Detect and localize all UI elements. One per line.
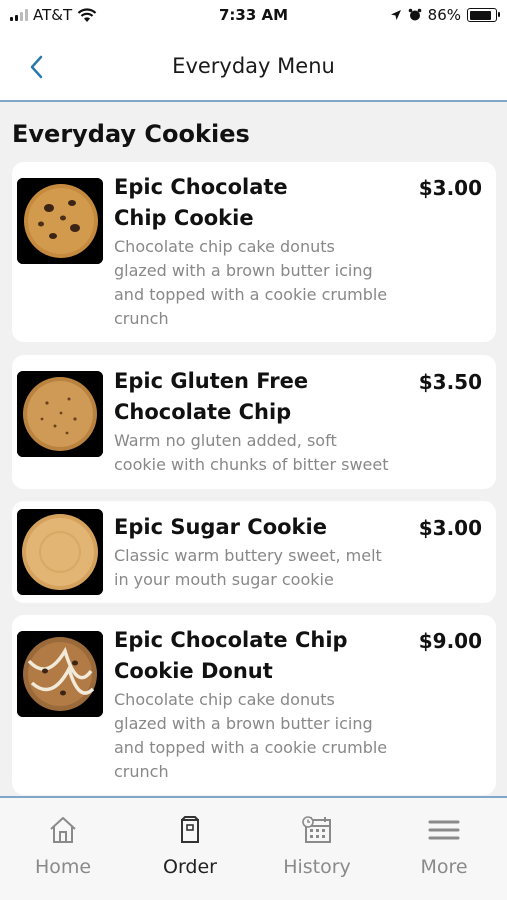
order-bag-icon [127, 814, 253, 846]
battery-percent: 86% [427, 6, 461, 24]
tab-history[interactable]: History [254, 798, 380, 900]
tab-more[interactable]: More [381, 798, 507, 900]
tab-bar: Home Order History More [0, 796, 507, 900]
description-line: cookie with chunks of bitter sweet [114, 455, 389, 474]
item-name-line: Chocolate Chip [114, 400, 292, 424]
description-line: Chocolate chip cake donuts [114, 690, 335, 709]
item-name-line: Epic Chocolate Chip [114, 628, 348, 652]
tab-label: Order [163, 856, 217, 878]
tab-home[interactable]: Home [0, 798, 126, 900]
description-line: Warm no gluten added, soft [114, 431, 337, 450]
tab-label: Home [34, 856, 92, 878]
description-line: Classic warm buttery sweet, melt [114, 546, 382, 565]
item-description: Warm no gluten added, soft cookie with c… [114, 429, 404, 477]
menu-content[interactable]: Everyday Cookies Epic Chocolate Chip Coo… [0, 102, 507, 796]
battery-fill [469, 10, 491, 20]
battery-icon [467, 8, 500, 22]
description-line: in your mouth sugar cookie [114, 570, 334, 589]
donut-image [17, 631, 103, 717]
item-name-line: Epic Sugar Cookie [114, 515, 327, 539]
cookie-image [17, 371, 103, 457]
item-description: Chocolate chip cake donuts glazed with a… [114, 688, 404, 784]
item-name: Epic Sugar Cookie [114, 512, 384, 543]
item-name-line: Epic Gluten Free [114, 369, 309, 393]
item-price: $3.00 [418, 516, 482, 540]
item-price: $3.00 [418, 176, 482, 200]
status-bar: AT&T 7:33 AM 86% [0, 0, 507, 32]
item-price: $9.00 [418, 629, 482, 653]
home-icon [0, 814, 126, 846]
item-description: Classic warm buttery sweet, melt in your… [114, 544, 404, 592]
description-line: and topped with a cookie crumble [114, 738, 388, 757]
description-line: glazed with a brown butter icing [114, 261, 373, 280]
item-name: Epic Gluten Free Chocolate Chip [114, 366, 384, 428]
hamburger-menu-icon [381, 814, 507, 846]
cookie-image [17, 509, 103, 595]
nav-bar: Everyday Menu [0, 32, 507, 102]
alarm-icon [408, 8, 421, 21]
description-line: glazed with a brown butter icing [114, 714, 373, 733]
location-arrow-icon [390, 10, 401, 20]
menu-item-card[interactable]: Epic Gluten Free Chocolate Chip $3.50 Wa… [12, 355, 496, 489]
item-name-line: Chip Cookie [114, 206, 254, 230]
page-title: Everyday Menu [172, 54, 335, 78]
item-price: $3.50 [418, 370, 482, 394]
calendar-history-icon [254, 814, 380, 846]
description-line: Chocolate chip cake donuts [114, 237, 335, 256]
item-name: Epic Chocolate Chip Cookie Donut [114, 625, 384, 687]
item-name-line: Cookie Donut [114, 659, 273, 683]
tab-label: History [283, 856, 351, 878]
item-description: Chocolate chip cake donuts glazed with a… [114, 235, 404, 331]
menu-item-card[interactable]: Epic Chocolate Chip Cookie $3.00 Chocola… [12, 162, 496, 342]
item-name: Epic Chocolate Chip Cookie [114, 172, 384, 234]
description-line: and topped with a cookie crumble [114, 285, 388, 304]
item-name-line: Epic Chocolate [114, 175, 288, 199]
tab-order[interactable]: Order [127, 798, 253, 900]
description-line: crunch [114, 309, 169, 328]
cookie-image [17, 178, 103, 264]
menu-item-card[interactable]: Epic Chocolate Chip Cookie Donut $9.00 C… [12, 615, 496, 795]
menu-item-card[interactable]: Epic Sugar Cookie $3.00 Classic warm but… [12, 501, 496, 603]
description-line: crunch [114, 762, 169, 781]
status-right: 86% [390, 6, 500, 24]
section-title: Everyday Cookies [12, 120, 250, 148]
tab-label: More [420, 856, 468, 878]
